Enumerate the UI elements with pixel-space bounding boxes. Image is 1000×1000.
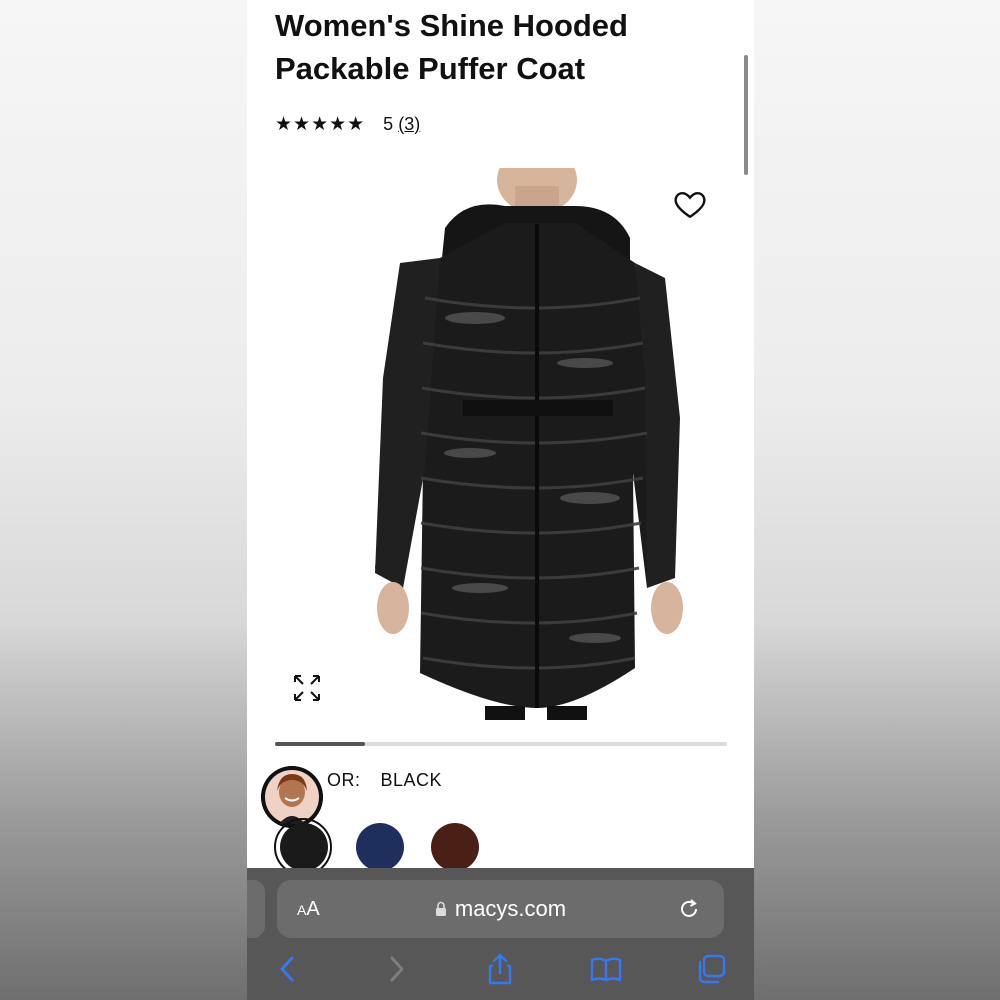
swatch-black[interactable] [280,823,328,871]
star-rating-icon: ★★★★★ [275,113,366,135]
swatch-brown[interactable] [431,823,479,871]
phone-screen: Women's Shine Hooded Packable Puffer Coa… [247,0,754,1000]
browser-nav-toolbar [247,952,754,992]
bookmarks-icon[interactable] [589,952,623,986]
favorite-heart-icon[interactable] [672,186,708,222]
background-right [754,0,1000,1000]
url-text: macys.com [454,896,567,921]
expand-icon[interactable] [291,672,323,704]
tabs-icon[interactable] [695,952,729,986]
background-left [0,0,247,1000]
address-bar[interactable]: AA macys.com [277,880,724,938]
forward-icon[interactable] [379,952,413,986]
rating[interactable]: ★★★★★ 5 (3) [275,112,420,136]
color-label: OR: [327,770,361,790]
title-line-2: Packable Puffer Coat [275,51,586,86]
scroll-indicator[interactable] [744,55,748,175]
product-image[interactable] [275,168,727,720]
chat-avatar[interactable] [261,766,323,828]
rating-count[interactable]: (3) [398,114,420,134]
reload-icon[interactable] [676,896,702,922]
image-carousel-progress-fill [275,742,366,746]
url-display[interactable]: macys.com [277,896,724,922]
image-carousel-progress [275,742,727,746]
back-icon[interactable] [271,952,305,986]
rating-text: 5 (3) [383,114,420,135]
color-value: BLACK [380,770,443,790]
swatch-navy[interactable] [356,823,404,871]
share-icon[interactable] [483,952,517,986]
page-title: Women's Shine Hooded Packable Puffer Coa… [275,4,695,90]
rating-value: 5 [383,113,394,134]
previous-tab-stub[interactable] [247,880,265,938]
lock-icon [435,901,446,916]
title-line-1: Women's Shine Hooded [275,8,628,43]
browser-toolbar: AA macys.com [247,868,754,1000]
